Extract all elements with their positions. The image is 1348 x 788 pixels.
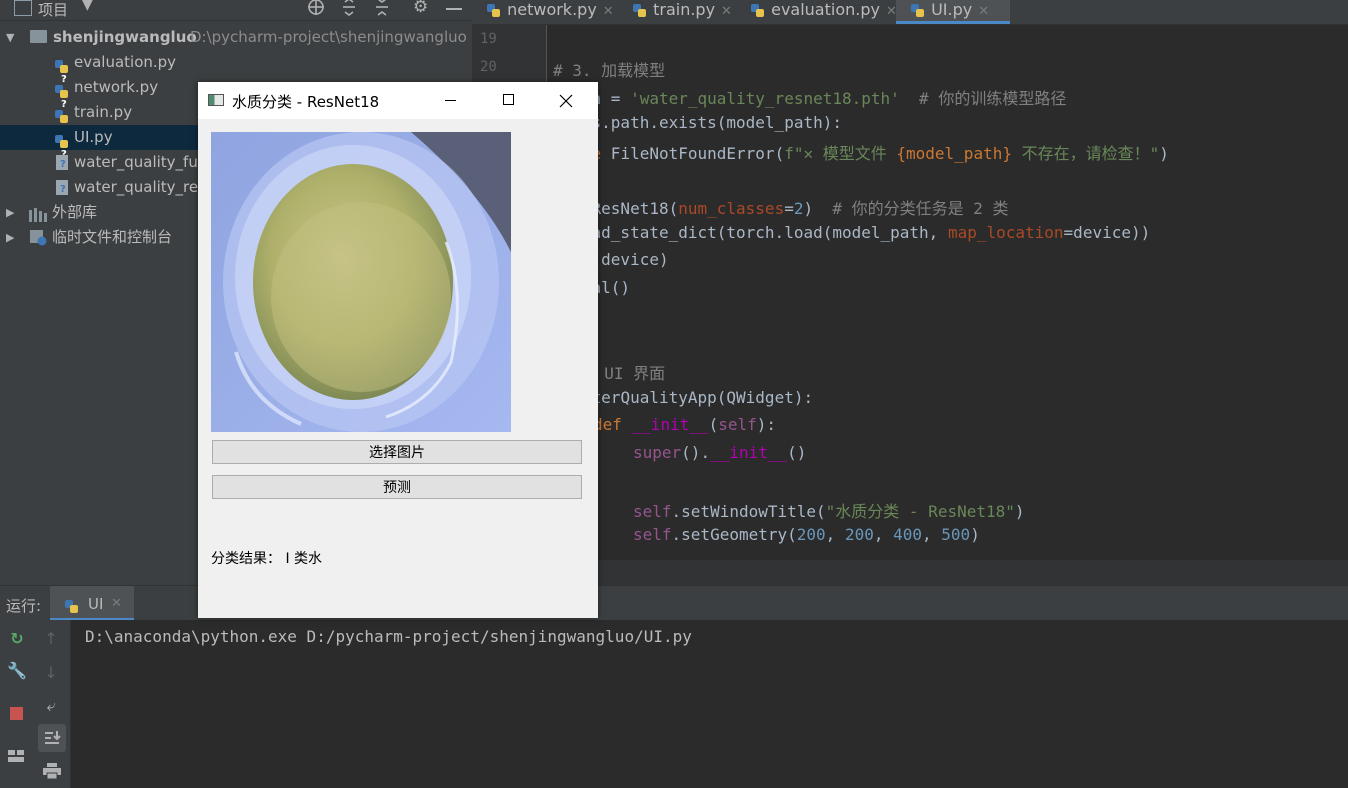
- code-line: self.setWindowTitle("水质分类 - ResNet18"): [633, 502, 1025, 521]
- soft-wrap-icon[interactable]: ⤶: [40, 695, 62, 717]
- expand-all-icon[interactable]: [340, 0, 358, 16]
- tree-item-evaluation[interactable]: ? evaluation.py: [0, 50, 472, 85]
- file-name: evaluation.py: [74, 53, 177, 71]
- unknown-file-icon: ?: [56, 180, 68, 195]
- app-window-titlebar[interactable]: 水质分类 - ResNet18: [198, 82, 598, 119]
- gear-icon[interactable]: ⚙: [413, 0, 428, 17]
- editor-tab-bar: network.py ✕ train.py ✕ evaluation.py ✕ UI.…: [472, 0, 1348, 25]
- arrow-down-icon[interactable]: ↓: [40, 662, 62, 684]
- code-line: self.setGeometry(200, 200, 400, 500): [633, 525, 980, 544]
- tab-ui[interactable]: UI.py ✕: [896, 0, 1010, 24]
- line-number: 20: [480, 59, 497, 75]
- unknown-file-icon: ?: [56, 155, 68, 170]
- python-file-icon: [64, 599, 80, 615]
- python-file-icon: [486, 3, 502, 19]
- folder-icon: [30, 30, 47, 43]
- chevron-down-icon[interactable]: ▼: [82, 0, 93, 13]
- run-label: 运行:: [6, 597, 42, 615]
- stop-icon[interactable]: [10, 707, 23, 720]
- classification-result-label: 分类结果： I 类水: [211, 551, 323, 567]
- editor-breadcrumb-strip: [547, 560, 1348, 585]
- chevron-down-icon[interactable]: ▼: [6, 25, 14, 50]
- project-panel-title: 项目: [38, 1, 69, 19]
- file-name: train.py: [74, 103, 133, 121]
- predict-button[interactable]: 预测: [212, 475, 582, 499]
- run-tab-label: UI: [88, 595, 104, 613]
- close-icon[interactable]: ✕: [111, 596, 122, 611]
- run-toolbar-primary: ↻ 🔧: [0, 620, 34, 788]
- scroll-to-end-icon[interactable]: [38, 724, 66, 752]
- file-name: water_quality_full: [74, 153, 207, 171]
- tab-network[interactable]: network.py ✕: [486, 0, 614, 24]
- tab-label: network.py: [507, 0, 597, 19]
- file-name: UI.py: [74, 128, 113, 146]
- arrow-up-icon[interactable]: ↑: [40, 628, 62, 650]
- python-file-icon: ?: [54, 134, 70, 160]
- tab-train[interactable]: train.py ✕: [632, 0, 732, 24]
- console-output-line: D:\anaconda\python.exe D:/pycharm-projec…: [85, 627, 692, 646]
- layout-icon[interactable]: [8, 747, 24, 762]
- tree-root-folder[interactable]: ▼ shenjingwangluo D:\pycharm-project\she…: [0, 25, 472, 50]
- root-folder-name: shenjingwangluo: [53, 28, 197, 46]
- line-number: 19: [480, 31, 497, 47]
- chevron-right-icon[interactable]: ▶: [6, 200, 14, 225]
- run-toolbar-secondary: ↑ ↓ ⤶: [34, 620, 71, 788]
- file-name: water_quality_res: [74, 178, 206, 196]
- python-file-icon: ?: [54, 59, 70, 85]
- collapse-all-icon[interactable]: [373, 0, 391, 16]
- code-line: l = ResNet18(num_classes=2) # 你的分类任务是 2 …: [553, 199, 1009, 218]
- project-panel-icon: [14, 0, 32, 16]
- close-icon[interactable]: ✕: [721, 4, 732, 19]
- run-tab-ui[interactable]: UI ✕: [50, 586, 134, 621]
- python-file-icon: ?: [54, 109, 70, 135]
- close-icon[interactable]: [559, 93, 573, 108]
- code-line: super().__init__(): [633, 443, 807, 462]
- rerun-icon[interactable]: ↻: [6, 628, 28, 650]
- code-line: l.load_state_dict(torch.load(model_path,…: [553, 223, 1151, 242]
- code-editor[interactable]: # 3. 加载模型 _path = 'water_quality_resnet1…: [547, 25, 1348, 560]
- wrench-icon[interactable]: 🔧: [6, 660, 28, 682]
- python-file-icon: ?: [54, 84, 70, 110]
- tab-label: evaluation.py: [771, 0, 880, 19]
- project-panel-header: 项目 ▼ ⚙: [0, 0, 472, 21]
- tab-label: train.py: [653, 0, 716, 19]
- tab-evaluation[interactable]: evaluation.py ✕: [750, 0, 897, 24]
- library-icon: [28, 205, 48, 222]
- code-line: _path = 'water_quality_resnet18.pth' # 你…: [553, 89, 1067, 108]
- code-line: def __init__(self):: [593, 415, 777, 434]
- minimize-icon[interactable]: [445, 100, 456, 101]
- maximize-icon[interactable]: [503, 94, 514, 105]
- scratches-label: 临时文件和控制台: [52, 228, 173, 246]
- python-file-icon: [750, 3, 766, 19]
- close-icon[interactable]: ✕: [978, 4, 989, 19]
- python-file-icon: [910, 3, 926, 19]
- file-name: network.py: [74, 78, 159, 96]
- app-window: 水质分类 - ResNet18 选择图片 预测 分类结果： I 类水: [198, 82, 598, 618]
- close-icon[interactable]: ✕: [603, 4, 614, 19]
- tab-label: UI.py: [931, 0, 973, 19]
- locate-icon[interactable]: [307, 0, 325, 16]
- water-sample-image: [211, 132, 511, 432]
- root-folder-path: D:\pycharm-project\shenjingwangluo: [190, 28, 467, 46]
- minimize-panel-icon[interactable]: [446, 8, 462, 10]
- app-window-icon: [208, 94, 224, 106]
- python-file-icon: [632, 3, 648, 19]
- code-line: # 3. 加载模型: [553, 61, 666, 80]
- select-image-button[interactable]: 选择图片: [212, 440, 582, 464]
- external-libs-label: 外部库: [52, 203, 98, 221]
- code-line: raise FileNotFoundError(f"✕ 模型文件 {model_…: [553, 144, 1169, 163]
- chevron-right-icon[interactable]: ▶: [6, 225, 14, 250]
- scratches-icon: [29, 229, 47, 246]
- run-console[interactable]: D:\anaconda\python.exe D:/pycharm-projec…: [71, 620, 1348, 788]
- print-icon[interactable]: [43, 763, 61, 780]
- app-window-title: 水质分类 - ResNet18: [232, 93, 380, 111]
